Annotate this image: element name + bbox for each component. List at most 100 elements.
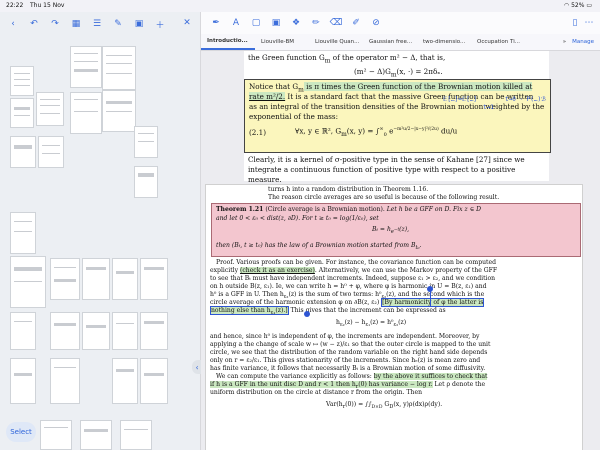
page-thumbnail[interactable] (50, 312, 80, 350)
text-span: h⁰ is a GFF in U. Then h (210, 291, 284, 298)
tabs-overflow-icon[interactable]: » (563, 39, 566, 45)
text-span: Var(h (326, 401, 343, 408)
tab-liouville-bm[interactable]: Liouville-BM (255, 39, 309, 45)
tab-occupation-times[interactable]: Occupation Ti... (471, 39, 525, 45)
page-thumbnail[interactable] (82, 312, 110, 350)
text-line: then (Bₜ, t ≥ t₀) has the law of a Brown… (216, 242, 578, 252)
tab-liouville-quantum[interactable]: Liouville Quan... (309, 39, 363, 45)
page-thumbnail[interactable] (102, 90, 136, 132)
page-thumbnail[interactable] (120, 420, 152, 450)
page-thumbnail[interactable] (112, 312, 138, 350)
compass-icon[interactable]: ⊘ (371, 18, 381, 28)
text-line: Clearly, it is a kernel of σ-positive ty… (248, 155, 525, 164)
page-thumbnail[interactable] (140, 312, 168, 350)
page-thumbnail[interactable] (50, 358, 80, 404)
text-span: (z) is the sum of two terms: h⁰ (288, 291, 382, 298)
more-icon[interactable]: ⋯ (584, 18, 594, 28)
highlight-green: if h is a GFF in the unit disc D and r <… (210, 381, 433, 390)
stamp-icon[interactable]: ❖ (291, 18, 301, 28)
text-span: nothing else than h (211, 307, 271, 314)
text-span: of the operator m² − Δ, that is, (330, 53, 446, 62)
page-canvas[interactable] (0, 36, 200, 450)
select-button[interactable]: Select (6, 422, 36, 442)
page-thumbnail[interactable] (10, 98, 34, 128)
document-view[interactable]: the Green function Gm of the operator m²… (201, 51, 600, 450)
selection-handle[interactable] (304, 311, 310, 317)
text-line: on h outside B(z, ε₁). Ie, we can write … (210, 283, 487, 290)
tab-two-dimensional[interactable]: two-dimensio... (417, 39, 471, 45)
page-thumbnail[interactable] (140, 358, 168, 404)
battery-icon: ▭ (586, 2, 592, 9)
handwritten-note: 𝔼[…]=𝔼[…] (443, 96, 478, 103)
manage-tabs-button[interactable]: Manage (572, 39, 594, 45)
selection-handle[interactable] (427, 286, 433, 292)
text-line: and let 0 < ε₀ < dist(z, ∂D). For t ≥ t₀… (216, 215, 379, 222)
page-thumbnail[interactable] (36, 92, 64, 126)
list-icon[interactable]: ☰ (92, 19, 102, 29)
shape-icon[interactable]: ▢ (251, 18, 261, 28)
page-overview-panel: ‹ ↶ ↷ ▦ ☰ ✎ ▣ ＋ ✕ Select (0, 12, 201, 450)
marker-icon[interactable]: ✐ (351, 18, 361, 28)
left-toolbar: ‹ ↶ ↷ ▦ ☰ ✎ ▣ ＋ ✕ (0, 12, 200, 36)
highlighter-icon[interactable]: ✏ (311, 18, 321, 28)
page-thumbnail[interactable] (10, 312, 36, 350)
page-thumbnail[interactable] (10, 256, 46, 308)
page-thumbnail[interactable] (38, 136, 64, 168)
undo-icon[interactable]: ↶ (29, 19, 39, 29)
grid-icon[interactable]: ▦ (71, 19, 81, 29)
page-thumbnail[interactable] (82, 258, 110, 300)
page-thumbnail[interactable] (10, 212, 36, 254)
highlight-green: rate m²/2. (249, 92, 286, 101)
text-icon[interactable]: A (231, 18, 241, 28)
text-span: (Circle average is a Brownian motion). (263, 206, 387, 213)
text-line: uniform distribution on the circle at di… (210, 389, 422, 396)
page-thumbnail[interactable] (140, 258, 168, 300)
text-span: Let ρ denote the (432, 381, 486, 388)
text-line: and hence, since h⁰ is independent of φ,… (210, 333, 480, 340)
add-icon[interactable]: ＋ (155, 19, 165, 31)
text-line: integrate a continuous function of posit… (248, 165, 516, 184)
pen-icon[interactable]: ✒ (211, 18, 221, 28)
sidebar-icon[interactable]: ▯ (570, 18, 580, 28)
text-span: (0) has variance − log r. (358, 381, 433, 388)
page-thumbnail[interactable] (40, 420, 72, 450)
image-icon[interactable]: ▣ (134, 19, 144, 29)
text-span: (x, y)ρ(dx)ρ(dy). (393, 401, 443, 408)
text-line: only on r = ε₂/ε₁. This gives stationari… (210, 357, 481, 364)
page-thumbnail[interactable] (10, 358, 36, 404)
image-insert-icon[interactable]: ▣ (271, 18, 281, 28)
text-span: Bₜ = h (372, 226, 391, 233)
text-span: (m² − Δ)G (354, 67, 391, 76)
text-span: explicitly (210, 267, 240, 274)
page-thumbnail[interactable] (134, 126, 158, 158)
annotation-toolbar: ✒ A ▢ ▣ ❖ ✏ ⌫ ✐ ⊘ ▯ ⋯ (201, 12, 600, 34)
page-thumbnail[interactable] (112, 358, 138, 404)
page-thumbnail[interactable] (70, 92, 102, 134)
pdf-page-lower: turns h into a random distribution in Th… (205, 184, 583, 450)
tab-gaussian-free[interactable]: Gaussian free... (363, 39, 417, 45)
status-right: ◠ 52% ▭ (564, 2, 592, 9)
close-icon[interactable]: ✕ (182, 18, 192, 28)
redo-icon[interactable]: ↷ (50, 19, 60, 29)
tab-introduction[interactable]: Introductio... (201, 34, 255, 50)
text-span: du (438, 126, 451, 136)
text-span: (z) (398, 319, 407, 326)
theorem-box-pink: Theorem 1.21 (Circle average is a Browni… (211, 203, 581, 257)
text-span: We can compute the variance explicitly a… (216, 373, 374, 380)
theorem-title: Theorem 1.21 (216, 206, 264, 213)
page-thumbnail[interactable] (134, 166, 158, 198)
text-span: (z).] (275, 307, 288, 314)
page-thumbnail[interactable] (10, 66, 34, 96)
equation: Bₜ = he−t(z), (372, 226, 409, 236)
equation: (m² − Δ)Gm(x, ·) = 2πδₓ. (354, 67, 443, 80)
page-thumbnail[interactable] (112, 258, 138, 300)
page-thumbnail[interactable] (70, 46, 102, 88)
page-thumbnail[interactable] (80, 420, 112, 450)
equation: hε₂(z) − hε₁(z) = h⁰ε₂(z) (336, 319, 406, 329)
page-thumbnail[interactable] (10, 136, 36, 168)
compose-icon[interactable]: ✎ (113, 19, 123, 29)
page-thumbnail[interactable] (102, 46, 136, 90)
back-icon[interactable]: ‹ (8, 19, 18, 29)
eraser-icon[interactable]: ⌫ (330, 18, 343, 28)
page-thumbnail[interactable] (50, 258, 80, 300)
